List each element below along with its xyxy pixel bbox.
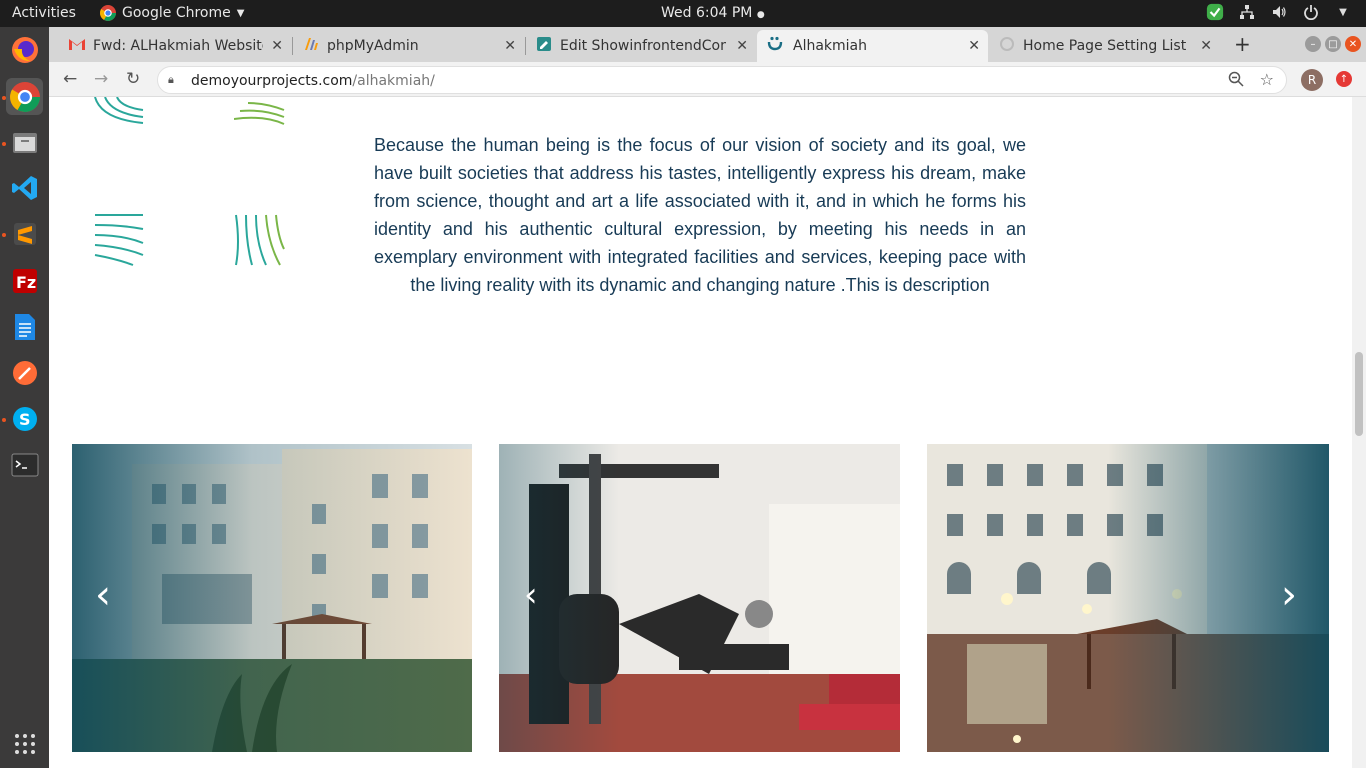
edit-page-icon [536,36,552,56]
alhakmiah-favicon [767,36,785,56]
tab-title: Fwd: ALHakmiah Website [93,38,263,54]
url-host: demoyourprojects.com [191,73,353,89]
courtyard-photo [927,444,1329,752]
slide-building[interactable] [72,444,472,752]
app-menu-label: Google Chrome [122,5,231,21]
phpmyadmin-icon [303,37,319,55]
files-icon[interactable] [6,124,43,161]
new-tab-button[interactable]: + [1234,32,1251,56]
url-path: /alhakmiah/ [352,73,435,89]
page-scrollbar[interactable] [1352,97,1366,768]
carousel-prev-button[interactable]: ‹ [95,575,111,615]
maximize-button[interactable]: □ [1325,36,1341,52]
clock[interactable]: Wed 6:04 PM ● [661,5,765,21]
slide-courtyard[interactable] [927,444,1329,752]
update-available-icon[interactable]: ↑ [1336,71,1352,87]
tab-alhakmiah[interactable]: Alhakmiah ✕ [757,30,988,62]
skype-icon[interactable]: S [6,400,43,437]
postman-icon[interactable] [6,354,43,391]
decorative-lines-icon [234,102,285,125]
gym-photo [499,444,900,752]
close-icon[interactable]: ✕ [736,38,748,54]
avatar[interactable]: R [1301,69,1323,91]
close-window-button[interactable]: ✕ [1345,36,1361,52]
volume-icon[interactable] [1270,3,1288,21]
about-description: Because the human being is the focus of … [374,135,1026,295]
tab-phpmyadmin[interactable]: phpMyAdmin ✕ [293,30,524,62]
url-text: demoyourprojects.com/alhakmiah/ [191,73,435,89]
zoom-icon[interactable] [1228,71,1244,91]
tab-title: phpMyAdmin [327,38,419,54]
system-top-bar: Activities Google Chrome ▼ Wed 6:04 PM ●… [0,0,1366,27]
chrome-icon [100,5,116,21]
chevron-down-icon[interactable]: ▼ [1334,3,1352,21]
firefox-icon[interactable] [6,31,43,68]
decorative-lines-icon [235,214,285,266]
svg-text:S: S [19,410,31,429]
running-indicator [2,233,6,237]
close-icon[interactable]: ✕ [968,38,980,54]
update-check-icon[interactable] [1206,3,1224,21]
vscode-icon[interactable] [6,169,43,206]
tab-title: Alhakmiah [793,38,868,54]
clock-label: Wed 6:04 PM [661,5,753,21]
lock-icon[interactable]: 🔒︎ [168,73,174,87]
tab-title: Edit ShowinfrontendCon [560,38,726,54]
tab-edit-page[interactable]: Edit ShowinfrontendCon ✕ [526,30,756,62]
activities-button[interactable]: Activities [12,5,76,21]
decorative-lines-icon [94,97,144,124]
carousel-next-button[interactable]: › [1281,575,1297,615]
show-applications-icon[interactable] [6,725,43,762]
bookmark-star-icon[interactable]: ☆ [1260,70,1274,89]
app-menu[interactable]: Google Chrome ▼ [100,5,244,21]
back-arrow-icon[interactable]: ← [63,69,77,89]
chevron-down-icon: ▼ [236,7,245,19]
chrome-icon[interactable] [6,78,43,115]
tab-strip: Fwd: ALHakmiah Website ✕ phpMyAdmin ✕ Ed… [49,27,1366,62]
terminal-icon[interactable] [6,446,43,483]
dock: Fz S [0,27,49,768]
tab-gmail[interactable]: Fwd: ALHakmiah Website ✕ [57,30,291,62]
forward-arrow-icon[interactable]: → [94,69,108,89]
svg-text:Fz: Fz [16,273,36,292]
system-tray[interactable]: ▼ [1206,3,1352,21]
tab-title: Home Page Setting List [1023,38,1187,54]
running-indicator [2,418,6,422]
network-icon[interactable] [1238,3,1256,21]
power-icon[interactable] [1302,3,1320,21]
sublime-text-icon[interactable] [6,215,43,252]
running-indicator [2,142,6,146]
browser-toolbar: ← → ↻ 🔒︎ demoyourprojects.com/alhakmiah/… [49,62,1366,97]
decorative-lines-icon [94,214,144,266]
close-icon[interactable]: ✕ [1200,38,1212,54]
gmail-icon [69,38,85,54]
running-indicator [2,96,6,100]
slide-gym[interactable] [499,444,900,752]
loading-icon [999,36,1015,56]
carousel-prev-icon[interactable]: ‹ [524,575,538,615]
filezilla-icon[interactable]: Fz [6,262,43,299]
page-content: Because the human being is the focus of … [49,97,1366,768]
building-photo [72,444,472,752]
reload-icon[interactable]: ↻ [126,69,140,89]
address-bar[interactable]: 🔒︎ demoyourprojects.com/alhakmiah/ ☆ [157,66,1287,94]
close-icon[interactable]: ✕ [271,38,283,54]
scrollbar-thumb[interactable] [1355,352,1363,436]
libreoffice-writer-icon[interactable] [6,308,43,345]
tab-home-page-settings[interactable]: Home Page Setting List ✕ [989,30,1220,62]
minimize-button[interactable]: – [1305,36,1321,52]
close-icon[interactable]: ✕ [504,38,516,54]
